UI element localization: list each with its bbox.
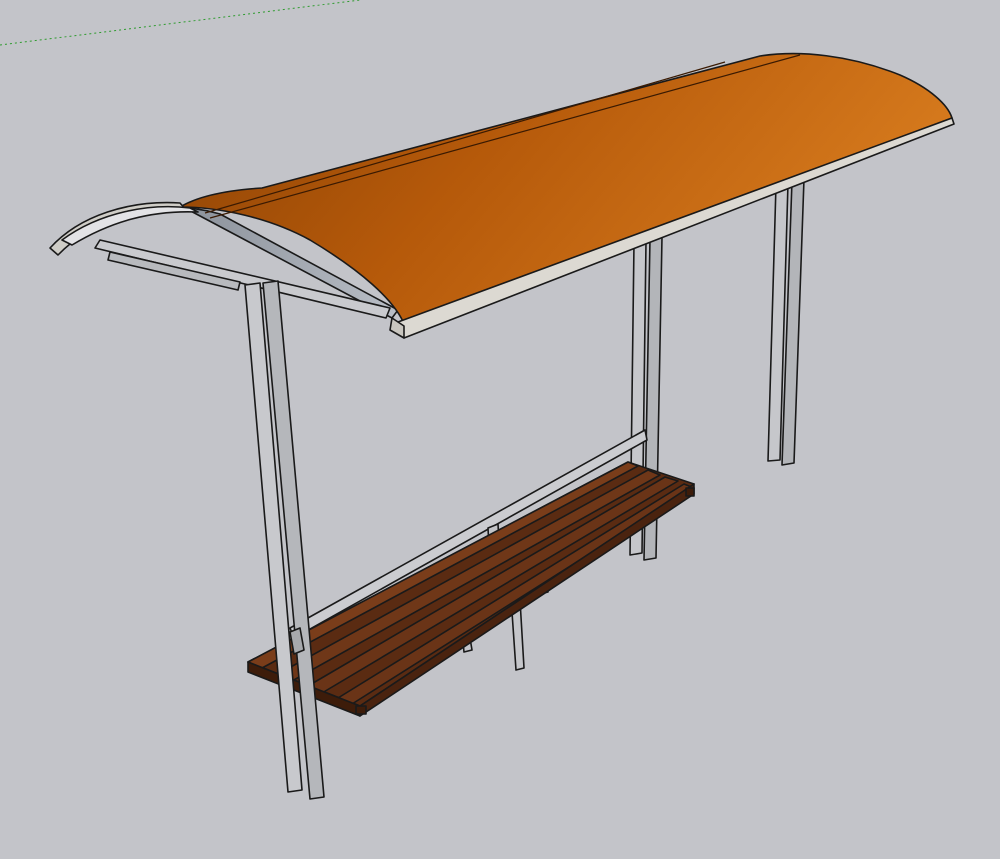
shelter-model[interactable] bbox=[0, 0, 1000, 859]
bench-seat[interactable] bbox=[247, 461, 695, 717]
3d-viewport[interactable] bbox=[0, 0, 1000, 859]
green-axis-line bbox=[0, 0, 361, 46]
back-right-post[interactable] bbox=[767, 178, 805, 466]
front-left-post[interactable] bbox=[244, 280, 325, 800]
